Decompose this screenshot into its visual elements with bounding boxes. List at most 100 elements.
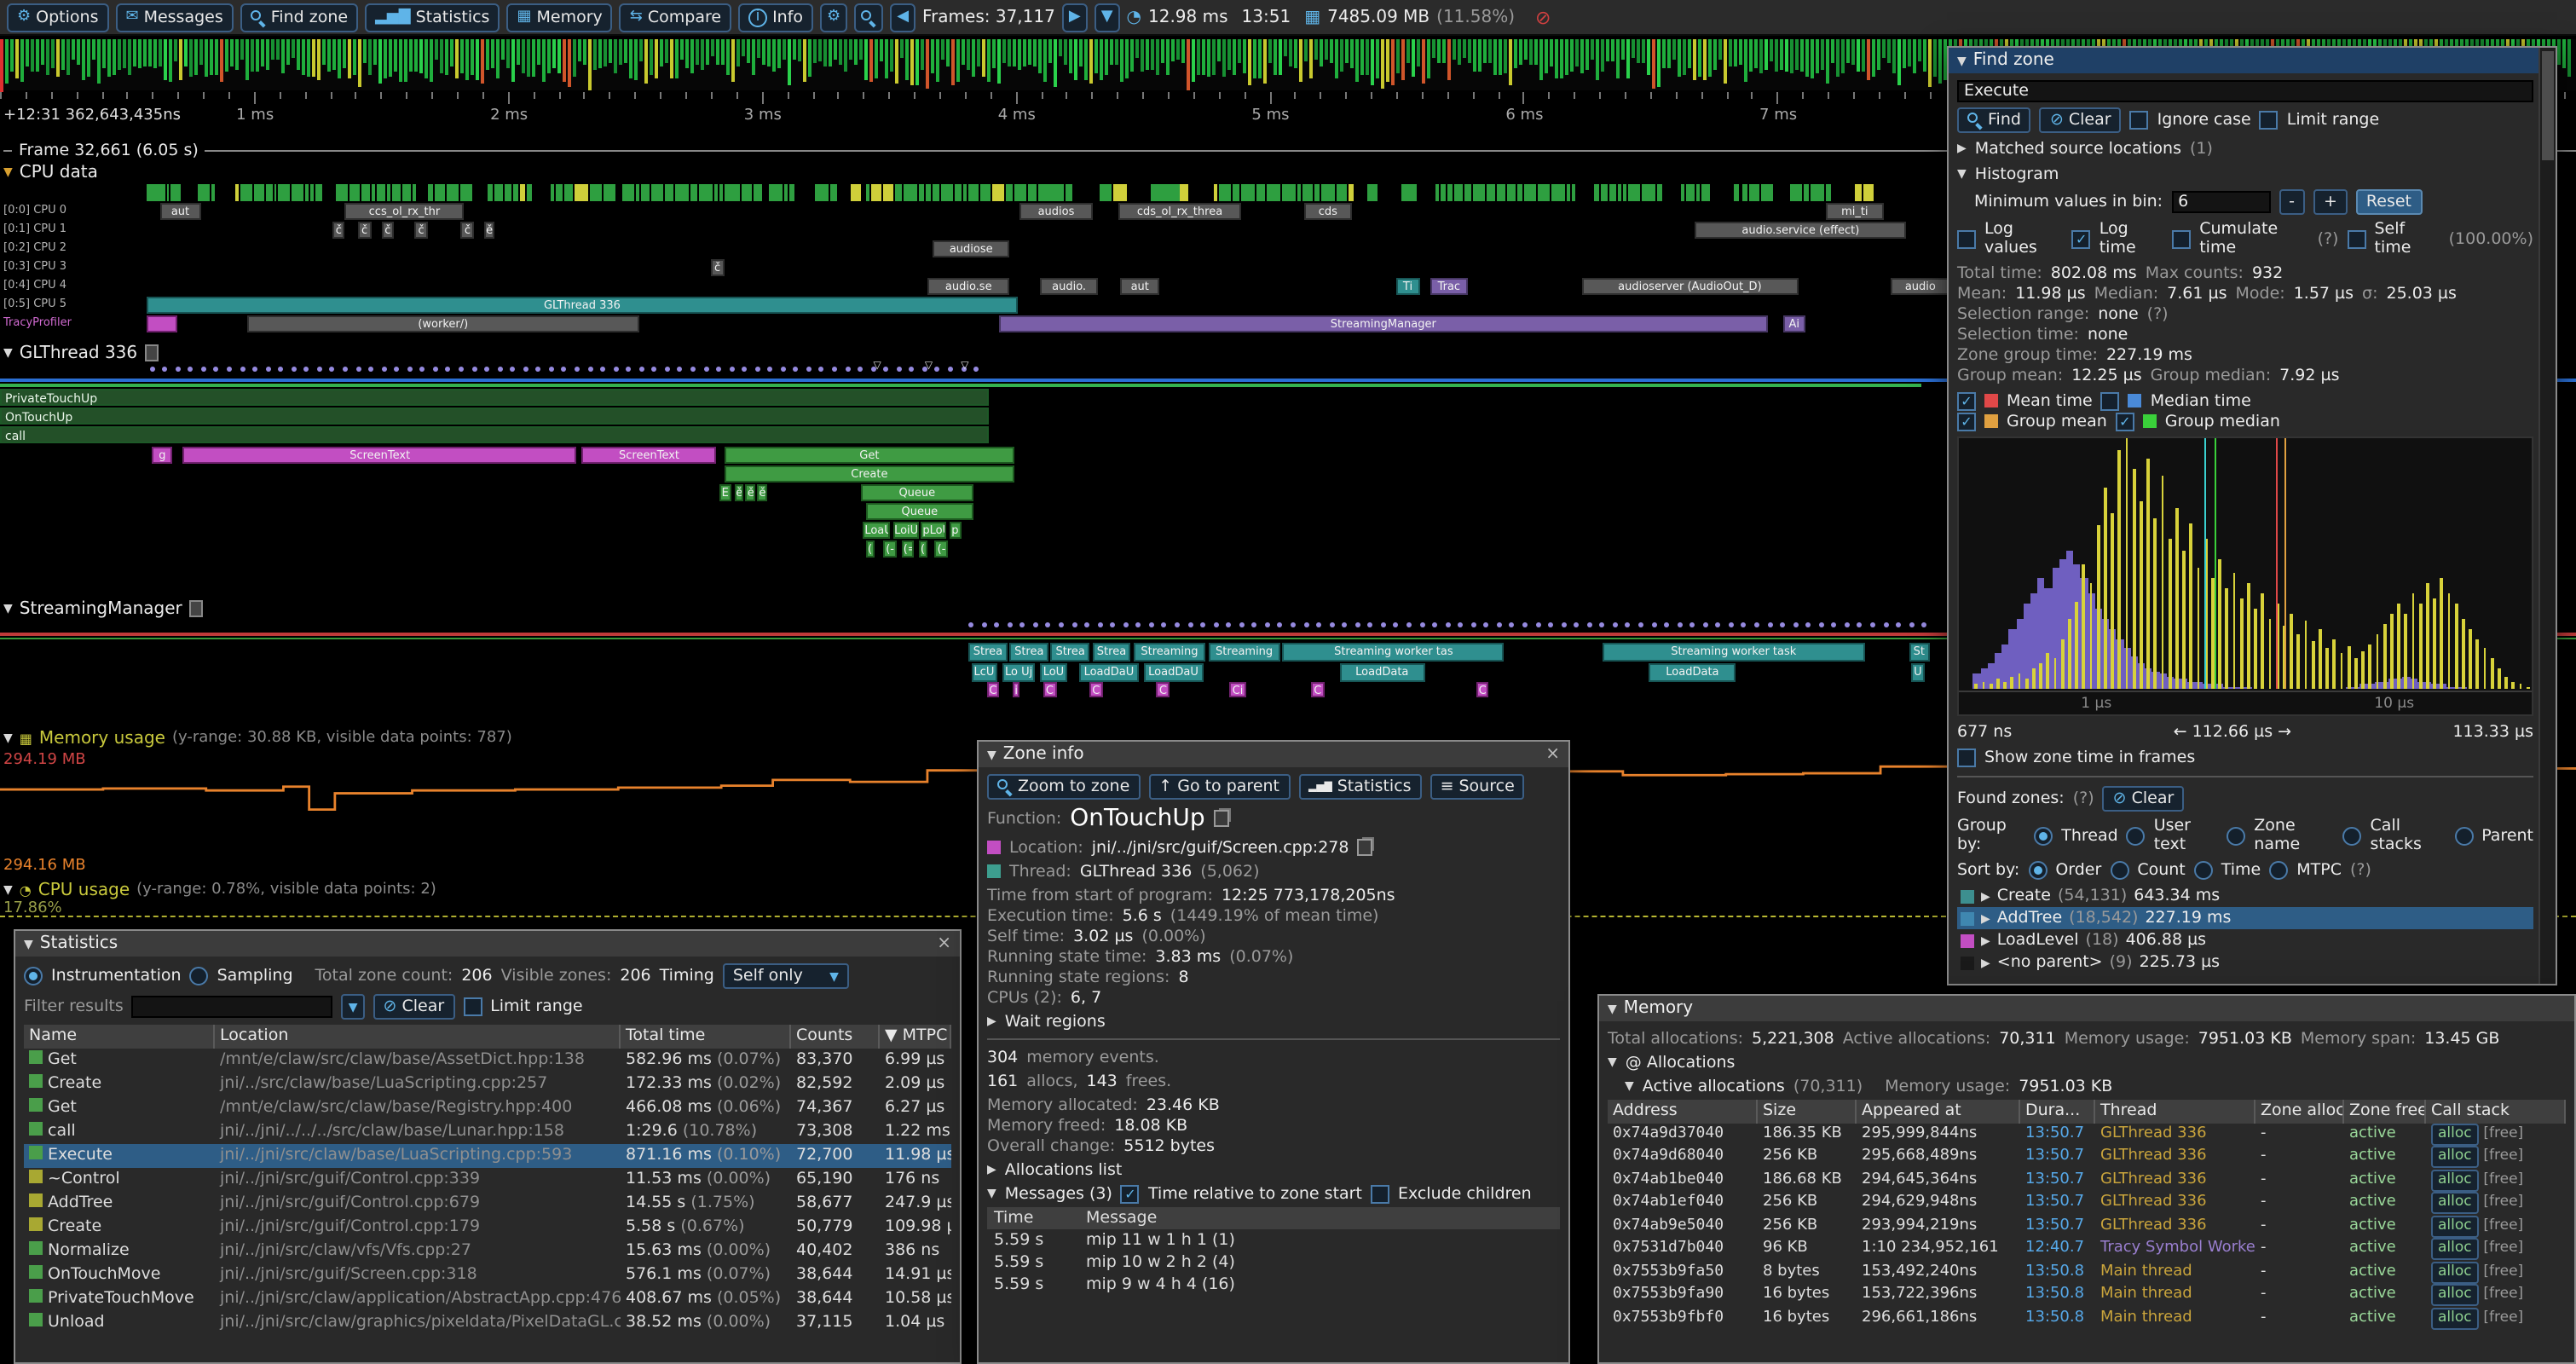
message-dot[interactable] (1921, 622, 1926, 627)
message-dot[interactable] (638, 367, 644, 372)
zone-segment[interactable]: audioserver (AudioOut_D) (1582, 278, 1799, 295)
streaming-header[interactable]: ▼ StreamingManager (3, 600, 203, 617)
message-dot[interactable] (471, 367, 477, 372)
alloc-callstack-button[interactable]: alloc (2431, 1215, 2479, 1237)
message-dot[interactable] (227, 367, 232, 372)
sampling-radio[interactable] (190, 967, 209, 985)
message-dot[interactable] (1381, 622, 1386, 627)
zone-segment[interactable] (527, 184, 533, 201)
message-dot[interactable] (690, 367, 696, 372)
group-by-radio-thread[interactable] (2034, 826, 2053, 845)
clear-found-button[interactable]: ⊘Clear (2103, 786, 2185, 812)
zone-segment[interactable]: audios (1020, 203, 1093, 220)
message-dot[interactable] (948, 367, 953, 372)
message-row[interactable]: 5.59 smip 10 w 2 h 2 (4) (987, 1251, 1560, 1274)
min-bin-decrease-button[interactable]: - (2279, 189, 2305, 215)
collapse-icon[interactable]: ▼ (3, 731, 13, 745)
checkbox-cumulate-time[interactable] (2172, 229, 2191, 248)
zone-segment[interactable] (1696, 184, 1700, 201)
message-dot[interactable] (1832, 622, 1837, 627)
message-dot[interactable] (1805, 622, 1811, 627)
zone-segment[interactable]: (- (884, 540, 897, 558)
zone-segment[interactable] (1349, 184, 1354, 201)
message-dot[interactable] (1149, 622, 1154, 627)
message-row[interactable]: 5.59 smip 11 w 1 h 1 (1) (987, 1229, 1560, 1251)
group-by-radio-user-text[interactable] (2127, 826, 2146, 845)
zone-segment[interactable] (403, 184, 411, 201)
zone-segment[interactable]: Streaming worker tas (1283, 643, 1505, 662)
message-dot[interactable] (1626, 622, 1631, 627)
expand-icon[interactable]: ▶ (987, 1163, 996, 1176)
found-zone-row[interactable]: ▶<no parent>(9)225.73 µs (1957, 951, 2533, 974)
zone-segment[interactable]: Ai (1782, 315, 1805, 332)
zone-segment[interactable]: C (1476, 682, 1489, 697)
collapse-icon[interactable]: ▼ (3, 883, 13, 897)
table-row[interactable]: OnTouchMovejni/../jni/src/guif/Screen.cp… (24, 1263, 951, 1287)
message-dot[interactable] (1587, 622, 1592, 627)
zone-segment[interactable] (719, 184, 723, 201)
zone-segment[interactable] (641, 184, 650, 201)
zone-segment[interactable] (1601, 184, 1608, 201)
message-dot[interactable] (832, 367, 837, 372)
message-dot[interactable] (768, 367, 773, 372)
exclude-children-checkbox[interactable] (1371, 1184, 1389, 1203)
message-dot[interactable] (1458, 622, 1463, 627)
zone-segment[interactable]: aut (1121, 278, 1159, 295)
message-dot[interactable] (510, 367, 515, 372)
zone-segment[interactable] (378, 184, 386, 201)
table-row[interactable]: Get/mnt/e/claw/src/claw/base/AssetDict.h… (24, 1049, 951, 1072)
zone-segment[interactable] (754, 184, 762, 201)
message-dot[interactable] (806, 367, 811, 372)
zone-segment[interactable]: LoadData (1339, 662, 1424, 681)
expand-icon[interactable]: ▶ (987, 1014, 996, 1028)
message-dot[interactable] (884, 367, 889, 372)
thread-pin-icon[interactable] (189, 600, 203, 617)
table-row[interactable]: Normalizejni/../jni/src/claw/vfs/Vfs.cpp… (24, 1240, 951, 1263)
zone-segment[interactable]: ě (746, 484, 755, 501)
zone-segment[interactable] (1160, 184, 1168, 201)
frame-mark-icon[interactable]: ▽ (961, 360, 968, 372)
zone-segment[interactable]: C (986, 682, 999, 697)
message-dot[interactable] (729, 367, 734, 372)
statistics-titlebar[interactable]: ▼ Statistics × (15, 931, 960, 957)
expand-icon[interactable]: ▶ (1981, 933, 1990, 947)
zone-segment[interactable] (315, 184, 322, 201)
allocation-row[interactable]: 0x74ab9e5040256 KB293,994,219ns13:50.7GL… (1608, 1215, 2566, 1238)
group-by-radio-zone-name[interactable] (2227, 826, 2245, 845)
message-dot[interactable] (652, 367, 657, 372)
zone-segment[interactable] (147, 315, 177, 332)
group-by-radio-call-stacks[interactable] (2343, 826, 2362, 845)
legend-checkbox[interactable] (2101, 391, 2120, 410)
zone-segment[interactable] (1181, 184, 1189, 201)
zone-segment[interactable] (519, 184, 525, 201)
zone-segment[interactable] (197, 184, 210, 201)
zone-segment[interactable]: U (1911, 662, 1924, 681)
message-dot[interactable] (201, 367, 206, 372)
zone-segment[interactable] (1864, 184, 1874, 201)
message-dot[interactable] (1638, 622, 1643, 627)
close-icon[interactable]: × (937, 934, 951, 953)
message-dot[interactable] (1265, 622, 1270, 627)
alloc-callstack-button[interactable]: alloc (2431, 1192, 2479, 1214)
allocation-row[interactable]: 0x74a9d68040256 KB295,668,489ns13:50.7GL… (1608, 1146, 2566, 1169)
zone-segment[interactable] (920, 184, 925, 201)
zone-segment[interactable] (955, 184, 961, 201)
message-dot[interactable] (1020, 622, 1025, 627)
allocation-row[interactable]: 0x74ab1be040186.68 KB294,645,364ns13:50.… (1608, 1169, 2566, 1192)
zone-segment[interactable]: Queue (860, 484, 973, 501)
message-dot[interactable] (678, 367, 683, 372)
column-header[interactable]: Call stack (2426, 1100, 2566, 1123)
zone-segment[interactable] (1028, 184, 1037, 201)
zone-segment[interactable] (1854, 184, 1863, 201)
zone-segment[interactable] (505, 184, 511, 201)
message-dot[interactable] (973, 367, 979, 372)
zone-segment[interactable]: LoadDaU (1144, 662, 1204, 681)
zone-segment[interactable]: LoaU (863, 522, 890, 539)
zone-segment[interactable] (1302, 184, 1312, 201)
message-dot[interactable] (1754, 622, 1759, 627)
message-dot[interactable] (459, 367, 464, 372)
message-dot[interactable] (968, 622, 973, 627)
location-value[interactable]: jni/../jni/src/guif/Screen.cpp:278 (1092, 838, 1349, 857)
limit-range-checkbox[interactable] (463, 997, 482, 1016)
zone-segment[interactable] (428, 184, 434, 201)
